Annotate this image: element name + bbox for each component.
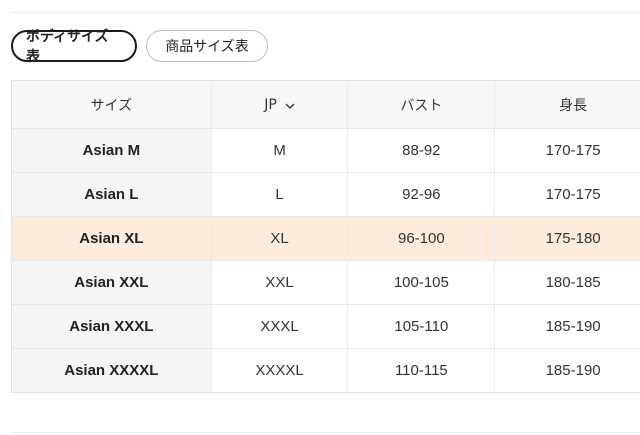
row-bust: 92-96 [347, 173, 494, 216]
row-size-label: Asian XXL [12, 261, 211, 304]
table-row: Asian XXXXL XXXXL 110-115 185-190 [12, 348, 640, 392]
header-height: 身長 [494, 81, 640, 128]
row-height: 180-185 [494, 261, 640, 304]
header-jp-dropdown[interactable]: JP [210, 81, 348, 128]
bottom-divider [12, 432, 640, 433]
row-size-label: Asian XXXL [12, 305, 211, 348]
row-size-label: Asian XXXXL [12, 349, 211, 392]
row-bust: 100-105 [347, 261, 494, 304]
table-row: Asian L L 92-96 170-175 [12, 172, 640, 216]
top-divider [12, 12, 640, 13]
table-row: Asian XXXL XXXL 105-110 185-190 [12, 304, 640, 348]
row-size-label: Asian XL [12, 217, 211, 260]
header-jp-label: JP [264, 96, 277, 113]
row-jp-size: XXXXL [210, 349, 348, 392]
tab-product-size-chart[interactable]: 商品サイズ表 [146, 30, 268, 62]
row-height: 185-190 [494, 305, 640, 348]
row-height: 170-175 [494, 173, 640, 216]
row-jp-size: XL [210, 217, 348, 260]
row-bust: 110-115 [347, 349, 494, 392]
size-chart-tabs: ボディサイズ表 商品サイズ表 [11, 29, 268, 65]
table-row: Asian XXL XXL 100-105 180-185 [12, 260, 640, 304]
chevron-down-icon [285, 99, 295, 109]
row-jp-size: M [210, 129, 348, 172]
row-height: 175-180 [494, 217, 640, 260]
table-header-row: サイズ JP バスト 身長 [12, 81, 640, 128]
row-height: 185-190 [494, 349, 640, 392]
row-jp-size: XXL [210, 261, 348, 304]
row-jp-size: XXXL [210, 305, 348, 348]
row-bust: 88-92 [347, 129, 494, 172]
row-size-label: Asian M [12, 129, 211, 172]
header-bust: バスト [347, 81, 494, 128]
row-jp-size: L [210, 173, 348, 216]
header-size: サイズ [90, 97, 133, 114]
row-height: 170-175 [494, 129, 640, 172]
table-row-highlighted: Asian XL XL 96-100 175-180 [12, 216, 640, 260]
row-bust: 105-110 [347, 305, 494, 348]
size-table: サイズ JP バスト 身長 Asian M M 88-92 170-175 As… [11, 80, 640, 393]
row-size-label: Asian L [12, 173, 211, 216]
row-bust: 96-100 [347, 217, 495, 260]
tab-body-size-chart[interactable]: ボディサイズ表 [11, 29, 137, 65]
table-row: Asian M M 88-92 170-175 [12, 128, 640, 172]
